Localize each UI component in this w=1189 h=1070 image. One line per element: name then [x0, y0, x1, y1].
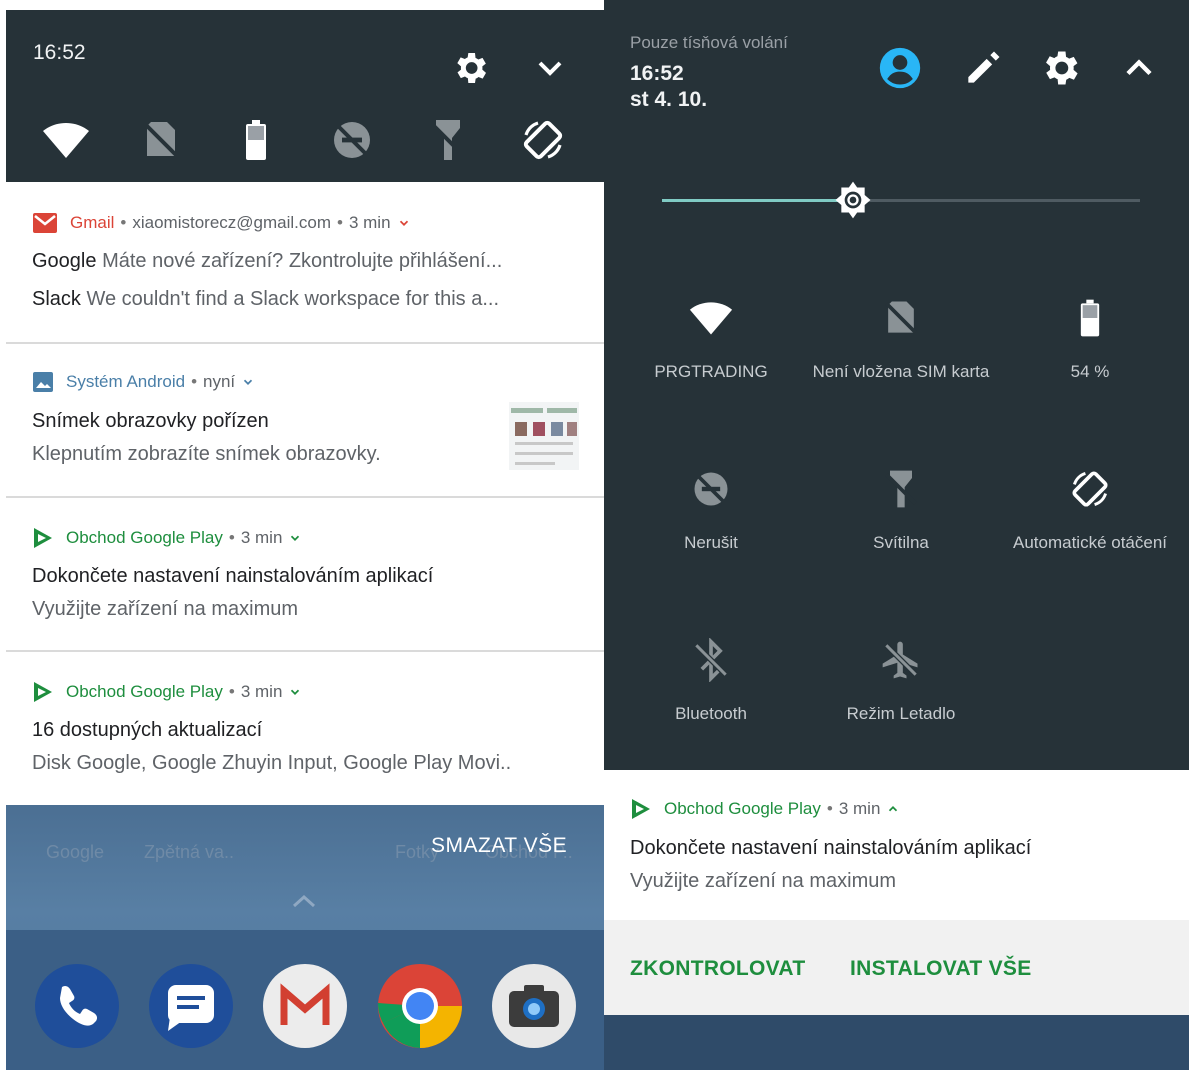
notification-line: Slack We couldn't find a Slack workspace… — [32, 288, 499, 310]
notification-gmail[interactable]: Gmail • xiaomistorecz@gmail.com • 3 min … — [6, 182, 604, 344]
app-label: Zpětná va.. — [144, 842, 235, 862]
play-store-icon — [632, 799, 650, 819]
auto-rotate-icon — [1072, 471, 1108, 507]
expand-icon[interactable] — [241, 375, 255, 389]
gmail-icon — [33, 213, 57, 233]
expand-icon[interactable] — [288, 531, 302, 545]
collapse-icon[interactable] — [886, 802, 900, 816]
expand-icon[interactable] — [288, 685, 302, 699]
notification-header: Obchod Google Play • 3 min — [32, 527, 302, 549]
flashlight-off-icon — [885, 470, 917, 508]
tile-wifi[interactable]: PRGTRADING — [616, 296, 806, 383]
gear-icon[interactable] — [1038, 46, 1082, 90]
notification-header: Systém Android • nyní — [32, 371, 255, 393]
notification-play-setup[interactable]: Obchod Google Play • 3 min Dokončete nas… — [6, 498, 604, 652]
wifi-icon — [689, 302, 733, 335]
gear-icon[interactable] — [450, 48, 490, 88]
chrome-icon[interactable] — [377, 963, 463, 1049]
brightness-fill — [662, 199, 853, 202]
camera-icon[interactable] — [491, 963, 577, 1049]
review-button[interactable]: ZKONTROLOVAT — [630, 957, 805, 981]
notification-screenshot[interactable]: Systém Android • nyní Snímek obrazovky p… — [6, 344, 604, 498]
chevron-down-icon[interactable] — [530, 48, 570, 88]
gmail-icon[interactable] — [262, 963, 348, 1049]
notification-title: Snímek obrazovky pořízen — [32, 410, 269, 432]
play-store-icon — [34, 682, 52, 702]
notification-actions: ZKONTROLOVAT INSTALOVAT VŠE — [604, 920, 1189, 1015]
app-label: Google — [46, 842, 105, 862]
edit-icon[interactable] — [961, 46, 1005, 90]
notification-title: 16 dostupných aktualizací — [32, 719, 263, 741]
tile-airplane[interactable]: Režim Letadlo — [806, 638, 996, 725]
tile-auto-rotate[interactable]: Automatické otáčení — [995, 467, 1185, 554]
tile-dnd[interactable]: Nerušit — [616, 467, 806, 554]
notification-text: Využijte zařízení na maximum — [630, 870, 897, 892]
notification-play-setup[interactable]: Obchod Google Play • 3 min Dokončete nas… — [604, 770, 1189, 920]
status-time: 16:52 — [33, 41, 86, 64]
account-icon[interactable] — [878, 46, 922, 90]
right-screenshot: Pouze tísňová volání 16:52 st 4. 10. PRG… — [604, 0, 1189, 1070]
auto-rotate-icon[interactable] — [519, 116, 567, 164]
chevron-up-icon[interactable] — [290, 890, 318, 912]
bluetooth-off-icon — [694, 638, 728, 682]
notification-header: Obchod Google Play • 3 min — [630, 798, 900, 820]
phone-icon[interactable] — [34, 963, 120, 1049]
notification-header: Gmail • xiaomistorecz@gmail.com • 3 min — [32, 212, 411, 234]
left-screenshot: 16:52 Gmail • xiaomistorecz@gmail.com • … — [0, 0, 605, 1070]
no-sim-icon — [885, 301, 917, 334]
flashlight-off-icon[interactable] — [424, 116, 472, 164]
notification-title: Dokončete nastavení nainstalováním aplik… — [630, 837, 1032, 859]
quick-settings-header: 16:52 — [6, 10, 604, 182]
messages-icon[interactable] — [148, 963, 234, 1049]
image-icon — [33, 372, 53, 392]
notification-header: Obchod Google Play • 3 min — [32, 681, 302, 703]
wifi-icon[interactable] — [42, 116, 90, 164]
notification-text: Využijte zařízení na maximum — [32, 598, 299, 620]
tile-flashlight[interactable]: Svítilna — [806, 467, 996, 554]
no-sim-icon[interactable] — [137, 116, 185, 164]
notification-line: Google Máte nové zařízení? Zkontrolujte … — [32, 250, 503, 272]
brightness-icon[interactable] — [833, 180, 873, 220]
chevron-up-icon[interactable] — [1117, 46, 1161, 90]
notification-text: Klepnutím zobrazíte snímek obrazovky. — [32, 443, 381, 465]
screenshot-thumbnail[interactable] — [509, 402, 579, 470]
expand-icon[interactable] — [397, 216, 411, 230]
battery-icon[interactable] — [232, 116, 280, 164]
tile-sim[interactable]: Není vložena SIM karta — [806, 296, 996, 383]
clear-all-button[interactable]: SMAZAT VŠE — [431, 834, 567, 858]
dock-background — [604, 1015, 1189, 1070]
dnd-icon[interactable] — [328, 116, 376, 164]
notification-title: Dokončete nastavení nainstalováním aplik… — [32, 565, 434, 587]
play-store-icon — [34, 528, 52, 548]
emergency-calls-text: Pouze tísňová volání — [630, 33, 788, 52]
status-time: 16:52 — [630, 62, 684, 85]
tile-battery[interactable]: 54 % — [995, 296, 1185, 383]
battery-icon — [1080, 299, 1100, 337]
dnd-icon — [694, 472, 728, 506]
notification-play-updates[interactable]: Obchod Google Play • 3 min 16 dostupných… — [6, 652, 604, 805]
airplane-off-icon — [882, 641, 918, 679]
notification-text: Disk Google, Google Zhuyin Input, Google… — [32, 752, 512, 774]
tile-bluetooth[interactable]: Bluetooth — [616, 638, 806, 725]
status-date: st 4. 10. — [630, 88, 708, 111]
install-all-button[interactable]: INSTALOVAT VŠE — [850, 957, 1032, 981]
